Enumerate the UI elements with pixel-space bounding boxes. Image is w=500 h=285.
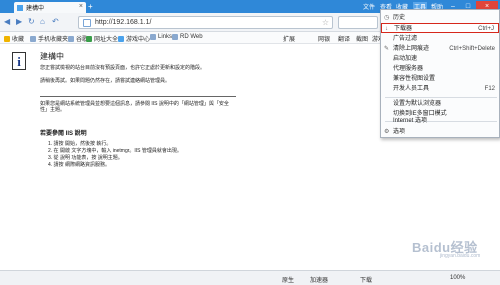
forward-icon[interactable]: ▶ (16, 17, 22, 26)
menu-item-devtools[interactable]: 开发人员工具 F12 (381, 84, 499, 94)
menu-item-downloader[interactable]: ↓ 下载器 Ctrl+J (381, 23, 499, 33)
status-bar: 原生 加速器 下载 100% (0, 270, 500, 285)
paragraph-3: 如果您是網站系統管理員並想要這個訊息，請參閱 IIS 說明中的「網站管理」與「安… (40, 101, 229, 113)
menu-item-options[interactable]: ⚙ 选项 (381, 127, 499, 137)
info-icon: i (12, 52, 26, 70)
fav-rdweb[interactable]: RD Web (172, 34, 203, 40)
page-title: 建構中 (40, 52, 64, 61)
search-input[interactable] (338, 16, 378, 29)
address-bar[interactable]: http://192.168.1.1/ ☆ (78, 16, 333, 29)
paragraph-2: 請稍後再試。如果問題仍然存在，請嘗試連絡網站管理員。 (40, 78, 171, 84)
home-icon[interactable]: ⌂ (40, 17, 45, 26)
url-text: http://192.168.1.1/ (95, 19, 152, 26)
ext-screenshot[interactable]: 截图 (356, 34, 368, 43)
ext-extensions[interactable]: 扩展 (283, 34, 295, 43)
list-item: 4. 請按 網際網路資訊服務。 (48, 162, 110, 168)
menu-item-compat-view[interactable]: 兼容性视图设置 (381, 74, 499, 84)
refresh-icon[interactable]: ↻ (28, 17, 35, 26)
divider (40, 96, 236, 97)
menu-item-proxy[interactable]: 代理服务器 (381, 64, 499, 74)
fav-games[interactable]: 游戏中心 (118, 34, 150, 43)
page-icon (17, 4, 23, 11)
list-item: 3. 從 說明 功能表，按 說明主題。 (48, 155, 123, 161)
menu-item-startup-accel[interactable]: 启动加速 (381, 54, 499, 64)
status-download[interactable]: 下载 (360, 275, 372, 284)
folder-icon (68, 35, 74, 42)
ext-translate[interactable]: 翻译 (338, 34, 350, 43)
gear-icon: ⚙ (384, 129, 390, 135)
ext-bank[interactable]: 网银 (318, 34, 330, 43)
status-accelerator[interactable]: 加速器 (310, 275, 328, 284)
status-native[interactable]: 原生 (282, 275, 294, 284)
page-icon (83, 19, 91, 27)
globe-icon (86, 35, 92, 42)
undo-close-icon[interactable]: ↶ (52, 17, 59, 26)
steps-list: 1. 請按 開始，然後按 執行。 2. 在 開啟 文字方塊中，輸入 inetmg… (48, 141, 182, 169)
download-icon: ↓ (385, 26, 388, 32)
list-item: 1. 請按 開始，然後按 執行。 (48, 141, 112, 147)
list-item: 2. 在 開啟 文字方塊中，輸入 inetmgr。IIS 管理員就會出現。 (48, 148, 182, 154)
tab-label: 建構中 (26, 6, 45, 12)
zoom-level[interactable]: 100% (450, 275, 465, 281)
tools-menu: ◷ 历史 ↓ 下载器 Ctrl+J 广告过滤 ✎ 清除上网痕迹 Ctrl+Shift+De… (380, 9, 500, 138)
fav-google[interactable]: 谷歌 (68, 34, 88, 43)
menu-file[interactable]: 文件 (363, 2, 375, 11)
star-icon[interactable]: ☆ (322, 17, 329, 29)
menu-item-clear-history[interactable]: ✎ 清除上网痕迹 Ctrl+Shift+Delete (381, 44, 499, 54)
star-icon (4, 35, 10, 42)
new-tab-button[interactable]: + (88, 2, 93, 11)
game-icon (118, 35, 124, 42)
menu-item-internet-options[interactable]: Internet 选项 (381, 116, 499, 126)
folder-icon (150, 34, 156, 40)
folder-icon (30, 35, 36, 42)
back-icon[interactable]: ◀ (4, 17, 10, 26)
menu-item-history[interactable]: ◷ 历史 (381, 13, 499, 23)
tab-close-icon[interactable]: × (79, 3, 83, 10)
watermark-url: jingyan.baidu.com (440, 253, 481, 259)
menu-divider (385, 97, 497, 98)
menu-item-default-browser[interactable]: 设置为默认浏览器 (381, 99, 499, 109)
section-heading: 若要參閱 IIS 說明 (40, 131, 87, 137)
broom-icon: ✎ (384, 46, 390, 52)
menu-item-adblock[interactable]: 广告过滤 (381, 34, 499, 44)
fav-mobile[interactable]: 手机收藏夹 (30, 34, 68, 43)
fav-links[interactable]: Links (150, 34, 172, 40)
fav-collection[interactable]: 收藏 (4, 34, 24, 43)
browser-tab[interactable]: 建構中 × (14, 2, 86, 13)
folder-icon (172, 34, 178, 40)
clock-icon: ◷ (384, 15, 390, 21)
fav-sites[interactable]: 网址大全 (86, 34, 118, 43)
paragraph-1: 您正嘗試檢視的站台目前沒有預設頁面，也許它正處於更新和設定的階段。 (40, 65, 206, 71)
